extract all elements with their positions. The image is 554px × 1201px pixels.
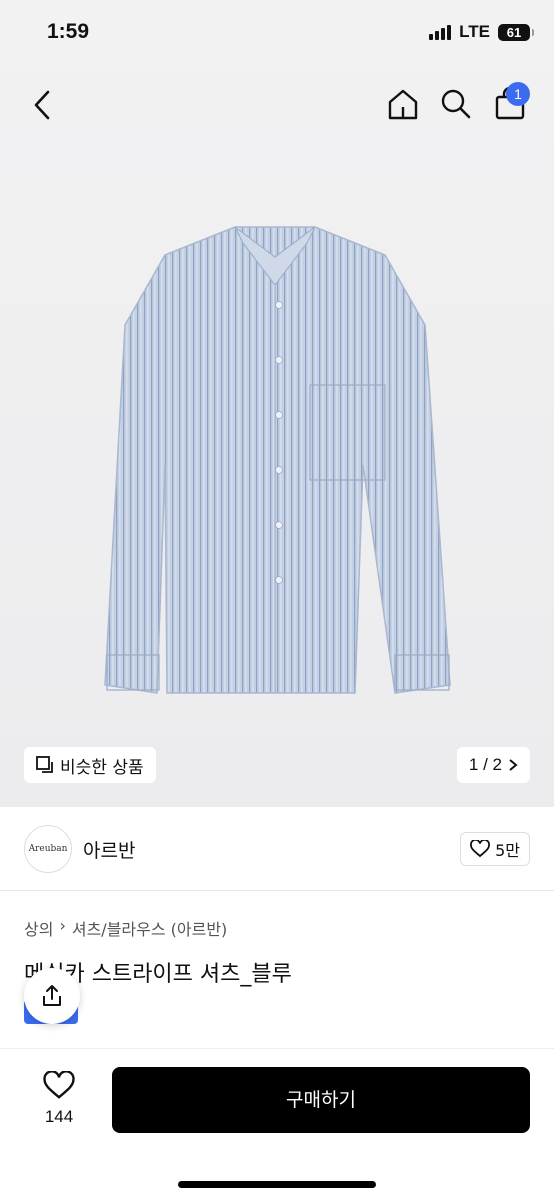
breadcrumb: 상의 › 셔츠/블라우스 (아르반)	[24, 916, 227, 940]
status-time: 1:59	[47, 20, 90, 43]
brand-logo[interactable]: Areuban	[24, 825, 72, 873]
chevron-right-icon	[509, 759, 518, 771]
like-count: 144	[44, 1107, 74, 1126]
brand-row[interactable]: Areuban 아르반 5만	[0, 808, 554, 891]
similar-products-button[interactable]: 비슷한 상품	[24, 747, 156, 783]
share-button[interactable]	[24, 968, 80, 1024]
buy-button[interactable]: 구매하기	[112, 1067, 530, 1133]
heart-icon	[470, 840, 490, 858]
battery-icon: 61	[498, 23, 534, 41]
breadcrumb-item[interactable]: 셔츠/블라우스 (아르반)	[72, 916, 227, 940]
status-bar: 1:59 LTE 61	[0, 0, 554, 70]
brand-like-button[interactable]: 5만	[460, 832, 530, 866]
brand-name[interactable]: 아르반	[83, 836, 135, 863]
signal-icon	[429, 24, 452, 40]
image-pager[interactable]: 1 / 2	[456, 747, 530, 783]
like-button[interactable]: 144	[34, 1070, 84, 1127]
network-label: LTE	[459, 22, 490, 41]
bottom-bar: 144 구매하기	[0, 1048, 554, 1201]
pager-label: 1 / 2	[468, 755, 502, 774]
shirt-image	[104, 226, 451, 694]
heart-icon	[43, 1070, 75, 1099]
back-icon[interactable]	[28, 88, 58, 122]
cart-badge: 1	[506, 82, 530, 106]
search-icon[interactable]	[440, 88, 472, 120]
breadcrumb-item[interactable]: 상의	[24, 916, 53, 940]
home-icon[interactable]	[386, 87, 420, 121]
brand-like-count: 5만	[495, 841, 520, 860]
similar-label: 비슷한 상품	[60, 757, 144, 778]
chevron-right-icon: ›	[59, 916, 66, 935]
similar-icon	[36, 756, 53, 773]
share-icon	[43, 985, 61, 1006]
home-indicator	[178, 1181, 376, 1188]
top-nav: 1	[0, 70, 554, 140]
status-right: LTE 61	[429, 22, 534, 42]
